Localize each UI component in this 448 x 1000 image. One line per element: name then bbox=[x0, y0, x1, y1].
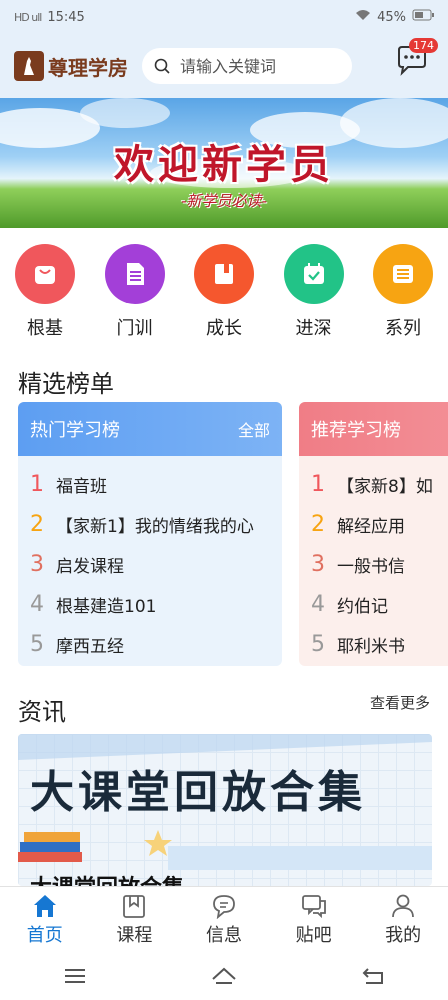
tab-profile[interactable]: 我的 bbox=[368, 893, 438, 947]
tab-label: 首页 bbox=[26, 924, 63, 946]
books-decoration bbox=[18, 830, 432, 870]
ranking-item[interactable]: 4 根基建造101 bbox=[30, 584, 270, 624]
category-label: 进深 bbox=[295, 318, 332, 339]
messages-button[interactable]: 174 bbox=[394, 38, 438, 78]
calendar-check-icon bbox=[283, 244, 344, 304]
tab-home[interactable]: 首页 bbox=[10, 893, 80, 947]
ranking-item[interactable]: 2 解经应用 bbox=[311, 504, 448, 544]
user-icon bbox=[392, 894, 415, 917]
category-xilie[interactable]: 系列 bbox=[372, 244, 434, 340]
welcome-banner[interactable]: 欢迎新学员 -新学员必读- bbox=[0, 98, 448, 228]
hot-ranking-card: 热门学习榜 全部 1 福音班 2 【家新1】我的情绪我的心 3 启发课程 4 根基建造1… bbox=[18, 402, 282, 666]
category-label: 根基 bbox=[27, 318, 63, 339]
tab-label: 课程 bbox=[116, 924, 153, 946]
home-icon bbox=[33, 894, 56, 917]
recommend-ranking-title: 推荐学习榜 bbox=[311, 420, 401, 441]
rank-number: 4 bbox=[30, 591, 44, 617]
banner-title: 欢迎新学员 bbox=[114, 141, 334, 188]
rank-number: 1 bbox=[30, 471, 44, 497]
list-icon bbox=[373, 244, 433, 304]
hot-ranking-title: 热门学习榜 bbox=[30, 420, 120, 441]
category-label: 系列 bbox=[385, 318, 421, 339]
tab-label: 贴吧 bbox=[295, 924, 332, 946]
search-icon bbox=[154, 58, 170, 74]
view-more-link[interactable]: 查看更多 bbox=[370, 692, 430, 713]
category-grid: 根基 门训 成长 进深 系列 bbox=[0, 244, 448, 340]
ranking-item[interactable]: 5 摩西五经 bbox=[30, 624, 270, 664]
rank-number: 5 bbox=[311, 631, 325, 657]
rankings-carousel[interactable]: 热门学习榜 全部 1 福音班 2 【家新1】我的情绪我的心 3 启发课程 4 根基建造1… bbox=[18, 402, 448, 666]
rank-title: 一般书信 bbox=[337, 556, 405, 577]
system-navigation-bar bbox=[0, 952, 448, 1000]
logo-text: 尊理学房 bbox=[48, 55, 128, 80]
rank-title: 耶利米书 bbox=[337, 636, 405, 657]
ranking-item[interactable]: 3 一般书信 bbox=[311, 544, 448, 584]
signal-indicator: HD ull bbox=[14, 10, 42, 24]
ranking-item[interactable]: 1 【家新8】如 bbox=[311, 464, 448, 504]
book-icon bbox=[194, 244, 254, 304]
status-bar: HD ull 15:45 45% bbox=[0, 0, 448, 34]
document-icon bbox=[104, 244, 165, 304]
logo-mark-icon bbox=[14, 51, 44, 81]
category-label: 门训 bbox=[116, 318, 153, 339]
news-section-title: 资讯 bbox=[18, 698, 66, 726]
category-genji[interactable]: 根基 bbox=[14, 244, 76, 340]
hot-ranking-header: 热门学习榜 全部 bbox=[18, 402, 282, 456]
ranking-item[interactable]: 5 耶利米书 bbox=[311, 624, 448, 664]
tab-messages[interactable]: 信息 bbox=[189, 893, 259, 947]
bookmark-icon bbox=[123, 894, 146, 918]
ranking-item[interactable]: 4 约伯记 bbox=[311, 584, 448, 624]
back-icon[interactable] bbox=[360, 965, 386, 987]
wifi-icon bbox=[355, 9, 371, 25]
rank-number: 5 bbox=[30, 631, 44, 657]
category-label: 成长 bbox=[206, 318, 242, 339]
rank-title: 【家新1】我的情绪我的心 bbox=[56, 516, 254, 537]
rankings-section-title: 精选榜单 bbox=[18, 370, 114, 398]
category-jinshen[interactable]: 进深 bbox=[283, 244, 345, 340]
comments-icon bbox=[301, 894, 326, 918]
rank-title: 启发课程 bbox=[56, 556, 124, 577]
recommend-ranking-card: 推荐学习榜 1 【家新8】如 2 解经应用 3 一般书信 4 约伯记 5 耶利米书 bbox=[299, 402, 448, 666]
app-header: 尊理学房 174 bbox=[0, 34, 448, 98]
news-banner-title: 大课堂回放合集 bbox=[30, 767, 366, 818]
banner-subtitle: -新学员必读- bbox=[181, 192, 267, 210]
home-nav-icon[interactable] bbox=[211, 965, 237, 987]
search-input[interactable] bbox=[180, 56, 330, 76]
menu-icon[interactable] bbox=[62, 965, 88, 987]
rank-title: 解经应用 bbox=[337, 516, 405, 537]
battery-level: 45% bbox=[377, 9, 406, 25]
app-logo[interactable]: 尊理学房 bbox=[14, 51, 128, 81]
news-card[interactable]: 大课堂回放合集 大课堂回放合集 bbox=[18, 734, 432, 886]
ranking-item[interactable]: 3 启发课程 bbox=[30, 544, 270, 584]
bag-icon bbox=[15, 244, 75, 304]
rank-title: 【家新8】如 bbox=[337, 476, 433, 497]
rank-title: 根基建造101 bbox=[56, 596, 157, 617]
hot-ranking-all-link[interactable]: 全部 bbox=[238, 417, 270, 441]
search-bar[interactable] bbox=[142, 48, 352, 84]
tab-label: 我的 bbox=[385, 924, 422, 946]
battery-icon bbox=[412, 9, 434, 25]
bottom-tab-bar: 首页 课程 信息 贴吧 我的 bbox=[0, 886, 448, 952]
news-caption: 大课堂回放合集 bbox=[30, 870, 184, 886]
rank-number: 4 bbox=[311, 591, 325, 617]
rank-title: 福音班 bbox=[56, 476, 107, 497]
category-menxun[interactable]: 门训 bbox=[104, 244, 166, 340]
rank-number: 1 bbox=[311, 471, 325, 497]
category-chengzhang[interactable]: 成长 bbox=[193, 244, 255, 340]
rank-number: 2 bbox=[311, 511, 325, 537]
rank-number: 2 bbox=[30, 511, 44, 537]
ranking-item[interactable]: 1 福音班 bbox=[30, 464, 270, 504]
message-badge: 174 bbox=[409, 38, 438, 53]
tab-courses[interactable]: 课程 bbox=[99, 893, 169, 947]
tab-forum[interactable]: 贴吧 bbox=[279, 893, 349, 947]
status-time: 15:45 bbox=[47, 9, 85, 25]
rank-title: 摩西五经 bbox=[56, 636, 124, 657]
rank-number: 3 bbox=[30, 551, 44, 577]
rank-number: 3 bbox=[311, 551, 325, 577]
ranking-item[interactable]: 2 【家新1】我的情绪我的心 bbox=[30, 504, 270, 544]
rank-title: 约伯记 bbox=[337, 596, 388, 617]
chat-bubble-icon bbox=[213, 894, 235, 919]
tab-label: 信息 bbox=[205, 924, 242, 946]
recommend-ranking-header: 推荐学习榜 bbox=[299, 402, 448, 456]
